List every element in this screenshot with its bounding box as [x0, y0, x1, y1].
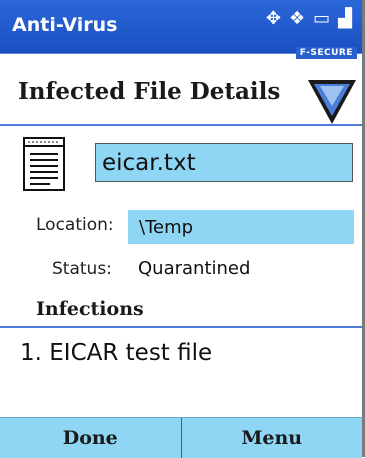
status-label: Status:	[52, 259, 112, 279]
infection-list-item[interactable]: 1. EICAR test file	[20, 340, 212, 366]
brand-label: F-SECURE	[295, 47, 357, 59]
windows-flag-icon[interactable]: ❖	[289, 8, 305, 30]
infections-heading: Infections	[36, 298, 144, 320]
done-softkey[interactable]: Done	[0, 418, 181, 458]
status-value: Quarantined	[138, 258, 251, 279]
battery-icon[interactable]: ▭	[313, 8, 330, 30]
sync-icon[interactable]: ✥	[266, 8, 281, 30]
text-file-icon	[23, 137, 65, 191]
signal-icon[interactable]: ▟	[338, 8, 352, 30]
infections-divider	[0, 326, 362, 328]
filename-field[interactable]: eicar.txt	[95, 143, 353, 182]
menu-softkey[interactable]: Menu	[180, 418, 363, 458]
page-title: Infected File Details	[18, 78, 281, 105]
antivirus-screen: Anti-Virus ✥ ❖ ▭ ▟ F-SECURE Infected Fil…	[0, 0, 365, 458]
heading-area: Infected File Details	[0, 66, 362, 124]
title-bar: Anti-Virus ✥ ❖ ▭ ▟	[0, 0, 362, 53]
heading-divider	[0, 124, 362, 126]
location-field[interactable]: \Temp	[128, 210, 354, 244]
status-icons: ✥ ❖ ▭ ▟	[266, 8, 352, 30]
location-label: Location:	[36, 215, 114, 235]
app-title: Anti-Virus	[12, 14, 118, 36]
softkey-bar: Done Menu	[0, 417, 362, 458]
fsecure-logo-icon	[308, 80, 356, 124]
